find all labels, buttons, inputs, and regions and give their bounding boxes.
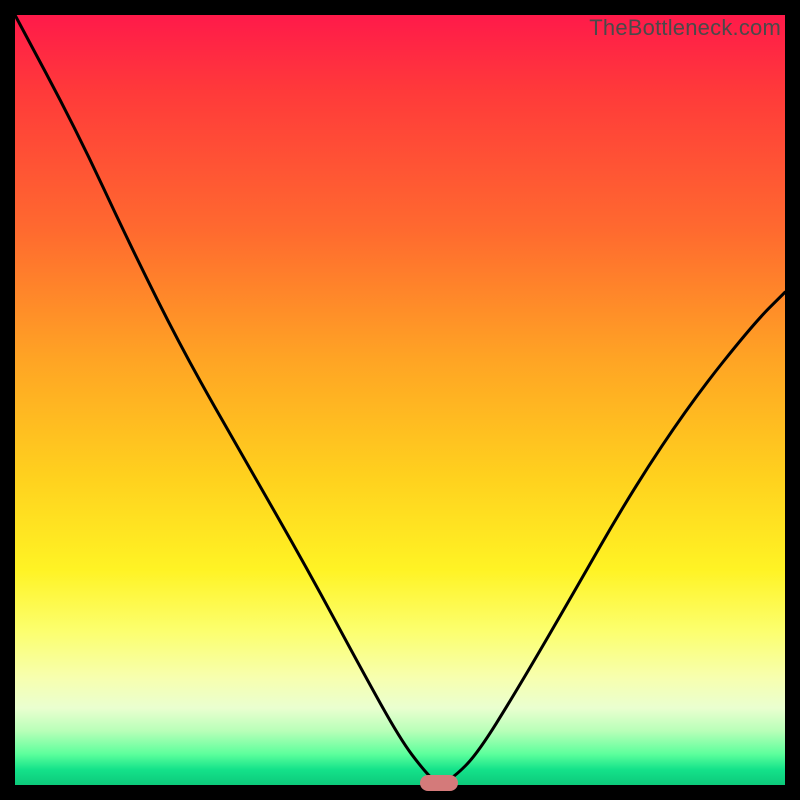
chart-frame: TheBottleneck.com — [15, 15, 785, 785]
bottleneck-curve — [15, 15, 785, 785]
watermark-text: TheBottleneck.com — [589, 15, 781, 41]
optimal-point-marker — [420, 775, 458, 791]
